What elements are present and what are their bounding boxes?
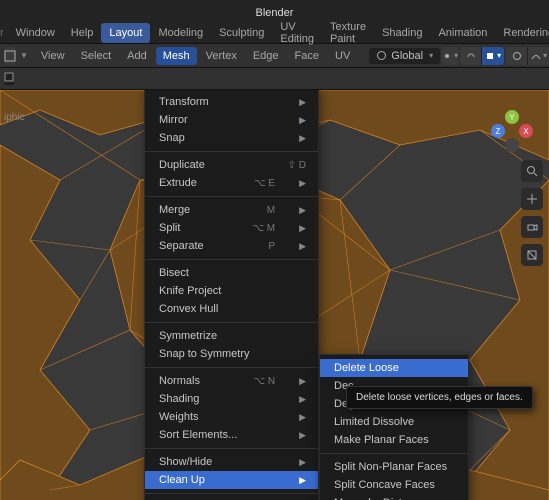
outliner-icon[interactable] — [4, 72, 14, 85]
orientation-label: Global — [391, 50, 423, 62]
menu-mesh[interactable]: Mesh — [156, 47, 197, 65]
axis-y[interactable]: Y — [505, 110, 519, 124]
mesh-menu-item[interactable]: Clean Up▶ — [145, 471, 318, 489]
collection-header — [0, 68, 549, 90]
snap-mode[interactable]: ▾ — [482, 47, 504, 65]
workspace-tab-sculpting[interactable]: Sculpting — [211, 23, 272, 43]
snap-toggle[interactable] — [460, 47, 482, 65]
menu-vertex[interactable]: Vertex — [199, 47, 244, 65]
mesh-menu-item[interactable]: Snap to Symmetry — [145, 345, 318, 363]
proportional-toggle[interactable] — [506, 47, 528, 65]
workspace-tab-animation[interactable]: Animation — [430, 23, 495, 43]
mesh-menu-item[interactable]: MergeM▶ — [145, 201, 318, 219]
mesh-menu-item[interactable]: Symmetrize — [145, 327, 318, 345]
tooltip: Delete loose vertices, edges or faces. — [346, 386, 533, 409]
workspace-tab-layout[interactable]: Layout — [101, 23, 150, 43]
nav-gizmo[interactable]: Y X Z — [491, 110, 533, 152]
mesh-menu-item[interactable]: Mirror▶ — [145, 111, 318, 129]
mesh-menu-item[interactable]: Normals⌥ N▶ — [145, 372, 318, 390]
cleanup-menu-item[interactable]: Make Planar Faces — [320, 431, 468, 449]
mesh-menu-item[interactable]: Shading▶ — [145, 390, 318, 408]
workspace-tab-modeling[interactable]: Modeling — [150, 23, 211, 43]
cleanup-menu-item[interactable]: Limited Dissolve — [320, 413, 468, 431]
menu-uv[interactable]: UV — [328, 47, 357, 65]
chevron-down-icon: ▼ — [20, 51, 28, 60]
editor-type-icon[interactable] — [4, 47, 16, 65]
mesh-menu-item[interactable]: Transform▶ — [145, 93, 318, 111]
menu-select[interactable]: Select — [74, 47, 119, 65]
mesh-menu-item[interactable]: Split⌥ M▶ — [145, 219, 318, 237]
zoom-icon[interactable] — [521, 160, 543, 182]
pivot-dropdown[interactable]: ▾ — [442, 47, 458, 65]
menu-add[interactable]: Add — [120, 47, 154, 65]
menu-view[interactable]: View — [34, 47, 72, 65]
viewport-side-tools — [521, 160, 543, 266]
3d-viewport[interactable]: iphic Y X Z Transform▶Mirror▶Snap▶ Duplic… — [0, 90, 549, 500]
workspace-tab-rendering[interactable]: Rendering — [495, 23, 549, 43]
mesh-menu-item[interactable]: Bisect — [145, 264, 318, 282]
axis-x[interactable]: X — [519, 124, 533, 138]
mesh-dropdown-menu: Transform▶Mirror▶Snap▶ Duplicate⇧ DExtrud… — [144, 90, 319, 500]
cleanup-submenu: Delete LooseDecDegLimited DissolveMake P… — [319, 354, 469, 500]
viewport-toolbar: ▼ View Select Add Mesh Vertex Edge Face … — [0, 44, 549, 68]
axis-z[interactable]: Z — [491, 124, 505, 138]
cleanup-menu-item[interactable]: Split Non-Planar Faces — [320, 458, 468, 476]
mesh-menu-item[interactable]: Knife Project — [145, 282, 318, 300]
menu-face[interactable]: Face — [288, 47, 326, 65]
object-name-overlay: iphic — [4, 112, 25, 123]
camera-icon[interactable] — [521, 216, 543, 238]
mesh-menu-item[interactable]: Sort Elements...▶ — [145, 426, 318, 444]
cleanup-menu-item[interactable]: Split Concave Faces — [320, 476, 468, 494]
orientation-dropdown[interactable]: Global ▾ — [369, 48, 440, 64]
workspace-tab-shading[interactable]: Shading — [374, 23, 430, 43]
proportional-mode[interactable]: ▾ — [528, 47, 549, 65]
menu-partial[interactable]: r — [0, 23, 8, 43]
mesh-menu-item[interactable]: SeparateP▶ — [145, 237, 318, 255]
snap-cluster: ▾ — [460, 47, 504, 65]
main-menubar: r Window Help Layout Modeling Sculpting … — [0, 22, 549, 44]
orientation-icon — [376, 50, 387, 61]
menu-window[interactable]: Window — [8, 23, 63, 43]
cleanup-menu-item[interactable]: Delete Loose — [320, 359, 468, 377]
mesh-menu-item[interactable]: Extrude⌥ E▶ — [145, 174, 318, 192]
mesh-menu-item[interactable]: Snap▶ — [145, 129, 318, 147]
chevron-down-icon: ▾ — [429, 51, 433, 60]
workspace-tab-texturepaint[interactable]: Texture Paint — [322, 17, 374, 49]
menu-edge[interactable]: Edge — [246, 47, 286, 65]
workspace-tab-uvediting[interactable]: UV Editing — [272, 17, 322, 49]
axis-neg[interactable] — [505, 138, 519, 152]
menu-help[interactable]: Help — [63, 23, 102, 43]
move-icon[interactable] — [521, 188, 543, 210]
perspective-icon[interactable] — [521, 244, 543, 266]
mesh-menu-item[interactable]: Weights▶ — [145, 408, 318, 426]
mesh-menu-item[interactable]: Show/Hide▶ — [145, 453, 318, 471]
mesh-menu-item[interactable]: Convex Hull — [145, 300, 318, 318]
mesh-menu-item[interactable]: Duplicate⇧ D — [145, 156, 318, 174]
cleanup-menu-item[interactable]: Merge by Distance — [320, 494, 468, 500]
